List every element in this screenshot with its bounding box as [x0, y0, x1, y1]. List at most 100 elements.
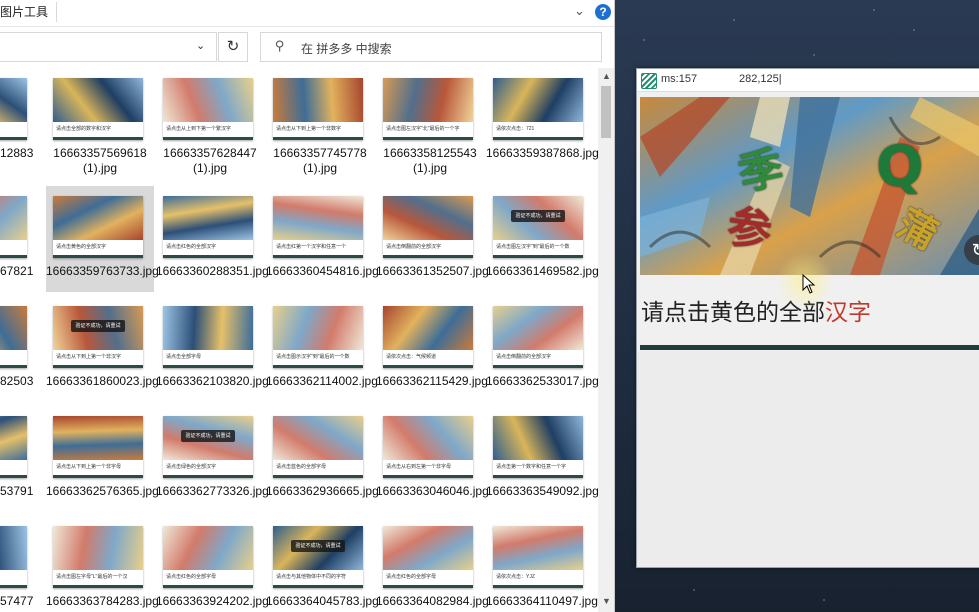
file-tile[interactable]: 请点击倒翻前的全部汉字 16663362533017.jpg: [486, 296, 598, 402]
thumbnail-caption: 请点击全部字母: [166, 354, 202, 360]
file-name: 16663357628447 (1).jpg: [163, 146, 257, 175]
elapsed-ms-label: ms:157: [661, 73, 698, 85]
file-name: 16663362103820.jpg: [156, 374, 269, 388]
file-tile[interactable]: 验证不成功，请重试 请点击与其他物体中不同的字符 16663364045783.jp…: [266, 516, 379, 612]
file-thumbnail: 请点击红第一个汉字和任意一个: [273, 196, 363, 258]
captcha-viewer-window: ms:157 282,125| 季 参 Q 蒲 请点击黄色的全部汉字: [636, 68, 979, 568]
file-name: 16663363924202.jpg: [156, 594, 269, 608]
mouse-pointer-icon: [802, 274, 816, 294]
file-tile[interactable]: 67821: [0, 186, 38, 292]
ribbon-tab-picture-tools[interactable]: 图片工具: [0, 3, 48, 20]
thumbnail-toast: 验证不成功，请重试: [181, 430, 235, 442]
thumbnail-underline: [0, 475, 27, 478]
file-tile[interactable]: 验证不成功，请重试 请点击图左汉字"到"最后的一个数 16663361469582.…: [486, 186, 598, 292]
file-tile[interactable]: 请点击红色的全部字母 16663364082984.jpg: [376, 516, 489, 612]
file-thumbnail: 请依次点击：721: [493, 78, 583, 140]
file-tile[interactable]: 请点击第一个数字和任意一个字 16663363549092.jpg: [486, 406, 598, 512]
file-thumbnail: 请点击黄色的全部汉字: [53, 196, 143, 258]
file-tile[interactable]: 请点击红色的全部汉字 16663360288351.jpg: [156, 186, 269, 292]
thumbnail-caption: 请点击第一个数字和任意一个字: [496, 464, 567, 470]
thumbnail-artwork: [0, 416, 27, 460]
instruction-highlight: 汉字: [825, 299, 871, 325]
thumbnail-artwork: [0, 196, 27, 240]
file-thumbnail: 验证不成功，请重试 请点击从下到上第一个非汉字: [53, 306, 143, 368]
viewer-empty-panel: [637, 351, 979, 567]
file-tile[interactable]: 82503: [0, 296, 38, 402]
thumbnail-toast: 验证不成功，请重试: [71, 320, 125, 332]
thumbnail-underline: [0, 365, 27, 368]
scroll-down-arrow-icon[interactable]: ▼: [602, 596, 611, 606]
refresh-button[interactable]: ↻: [218, 32, 248, 62]
file-tile[interactable]: 请点击图左汉字"北"最后的一个字 16663358125543 (1).jpg: [376, 68, 484, 175]
thumbnail-caption: 请点击从右到左第一个非字母: [386, 464, 452, 470]
thumbnail-artwork: [53, 78, 143, 122]
file-tile[interactable]: 请点击蓝色的全部字母 16663362936665.jpg: [266, 406, 379, 512]
file-thumbnail: 请点击倒翻前的全部汉字: [493, 306, 583, 368]
ribbon-divider: [56, 2, 57, 22]
thumbnail-underline: [383, 255, 473, 258]
file-name: 67821: [0, 264, 34, 278]
file-tile[interactable]: 请点击从右到左第一个非字母 16663363046046.jpg: [376, 406, 489, 512]
file-tile[interactable]: 请点击黄色的全部汉字 16663359763733.jpg: [46, 186, 159, 292]
thumbnail-artwork: [493, 78, 583, 122]
file-name: 16663362533017.jpg: [486, 374, 598, 388]
file-name: 16663364045783.jpg: [266, 594, 379, 608]
thumbnail-caption: 请点击从下到上第一个非字母: [56, 464, 122, 470]
scroll-thumb[interactable]: [601, 86, 611, 138]
captcha-char-shen[interactable]: 参: [724, 190, 776, 260]
click-coordinate-label: 282,125|: [739, 73, 782, 85]
file-tile[interactable]: 请点击图示汉字"到"最后的一个数 16663362114002.jpg: [266, 296, 378, 402]
thumbnail-caption: 请点击倒翻前的全部汉字: [496, 354, 552, 360]
ribbon-expand-chevron-icon[interactable]: ⌄: [574, 3, 585, 19]
thumbnail-underline: [163, 585, 253, 588]
file-tile[interactable]: 请点击全部字母 16663362103820.jpg: [156, 296, 269, 402]
help-icon[interactable]: ?: [595, 4, 611, 20]
file-tile[interactable]: 请点击红第一个汉字和任意一个 16663360454816.jpg: [266, 186, 379, 292]
vertical-scrollbar[interactable]: ▲ ▼: [598, 68, 614, 612]
file-tile[interactable]: 请依次点击：气候频道 16663362115429.jpg: [376, 296, 488, 402]
ribbon-bar: 图片工具 ⌄ ?: [0, 0, 614, 27]
file-tile[interactable]: 请依次点击：721 16663359387868.jpg: [486, 68, 598, 174]
thumbnail-artwork: [163, 78, 253, 122]
file-name: 16663359387868.jpg: [486, 146, 598, 160]
thumbnail-artwork: [53, 196, 143, 240]
file-thumbnail: 验证不成功，请重试请点击绿色的全部汉字: [163, 416, 253, 478]
thumbnail-caption: 请点击从下到上第一个非数字: [276, 126, 342, 132]
file-tile[interactable]: 12883: [0, 68, 38, 174]
captcha-char-q[interactable]: Q: [876, 135, 924, 200]
thumbnail-caption: 请点击绿色的全部汉字: [166, 464, 217, 470]
file-tile[interactable]: 请点击从下到上第一个非数字 16663357745778 (1).jpg: [266, 68, 374, 175]
thumbnail-underline: [273, 137, 363, 140]
file-tile[interactable]: 请点击从上到下第一个繁汉字 16663357628447 (1).jpg: [156, 68, 264, 175]
thumbnail-underline: [53, 137, 143, 140]
file-name: 16663362114002.jpg: [266, 374, 378, 388]
address-bar[interactable]: ⌄: [0, 32, 217, 62]
file-tile[interactable]: 验证不成功，请重试 请点击从下到上第一个非汉字 16663361860023.jpg: [46, 296, 159, 402]
thumbnail-caption: 请依次点击：YJZ: [496, 574, 535, 580]
thumbnail-artwork: [163, 306, 253, 350]
thumbnail-underline: [383, 585, 473, 588]
file-thumbnail: [0, 526, 27, 588]
thumbnail-underline: [0, 255, 27, 258]
file-tile[interactable]: 请点击从下到上第一个非字母 16663362576365.jpg: [46, 406, 159, 512]
file-tile[interactable]: 请点击全部的数字和汉字 16663357569618 (1).jpg: [46, 68, 154, 175]
file-tile[interactable]: 请依次点击：YJZ 16663364110497.jpg: [486, 516, 598, 612]
thumbnail-caption: 请点击从上到下第一个繁汉字: [166, 126, 232, 132]
thumbnail-underline: [493, 255, 583, 258]
thumbnail-artwork: [383, 306, 473, 350]
thumbnail-underline: [163, 137, 253, 140]
file-tile[interactable]: 57477: [0, 516, 38, 612]
file-tile[interactable]: 验证不成功，请重试 请点击绿色的全部汉字 16663362773326.jpg: [156, 406, 269, 512]
file-tile[interactable]: 请点击图左字母"L"最后的一个汉 16663363784283.jpg: [46, 516, 159, 612]
file-tile[interactable]: 53791: [0, 406, 38, 512]
file-thumbnail: 请依次点击：气候频道: [383, 306, 473, 368]
file-thumbnail: 验证不成功，请重试 请点击图左汉字"到"最后的一个数: [493, 196, 583, 258]
search-box[interactable]: ⚲ 在 拼多多 中搜索: [260, 32, 602, 62]
captcha-image[interactable]: 季 参 Q 蒲 ↻: [640, 97, 979, 275]
file-name: 16663362115429.jpg: [376, 374, 488, 388]
file-tile[interactable]: 请点击红色的全部字母 16663363924202.jpg: [156, 516, 269, 612]
scroll-up-arrow-icon[interactable]: ▲: [602, 71, 611, 81]
file-tile[interactable]: 请点击倒翻前的全部汉字 16663361352507.jpg: [376, 186, 489, 292]
thumbnail-caption: 请点击与其他物体中不同的字符: [276, 574, 347, 580]
address-dropdown-chevron-icon[interactable]: ⌄: [196, 39, 205, 52]
